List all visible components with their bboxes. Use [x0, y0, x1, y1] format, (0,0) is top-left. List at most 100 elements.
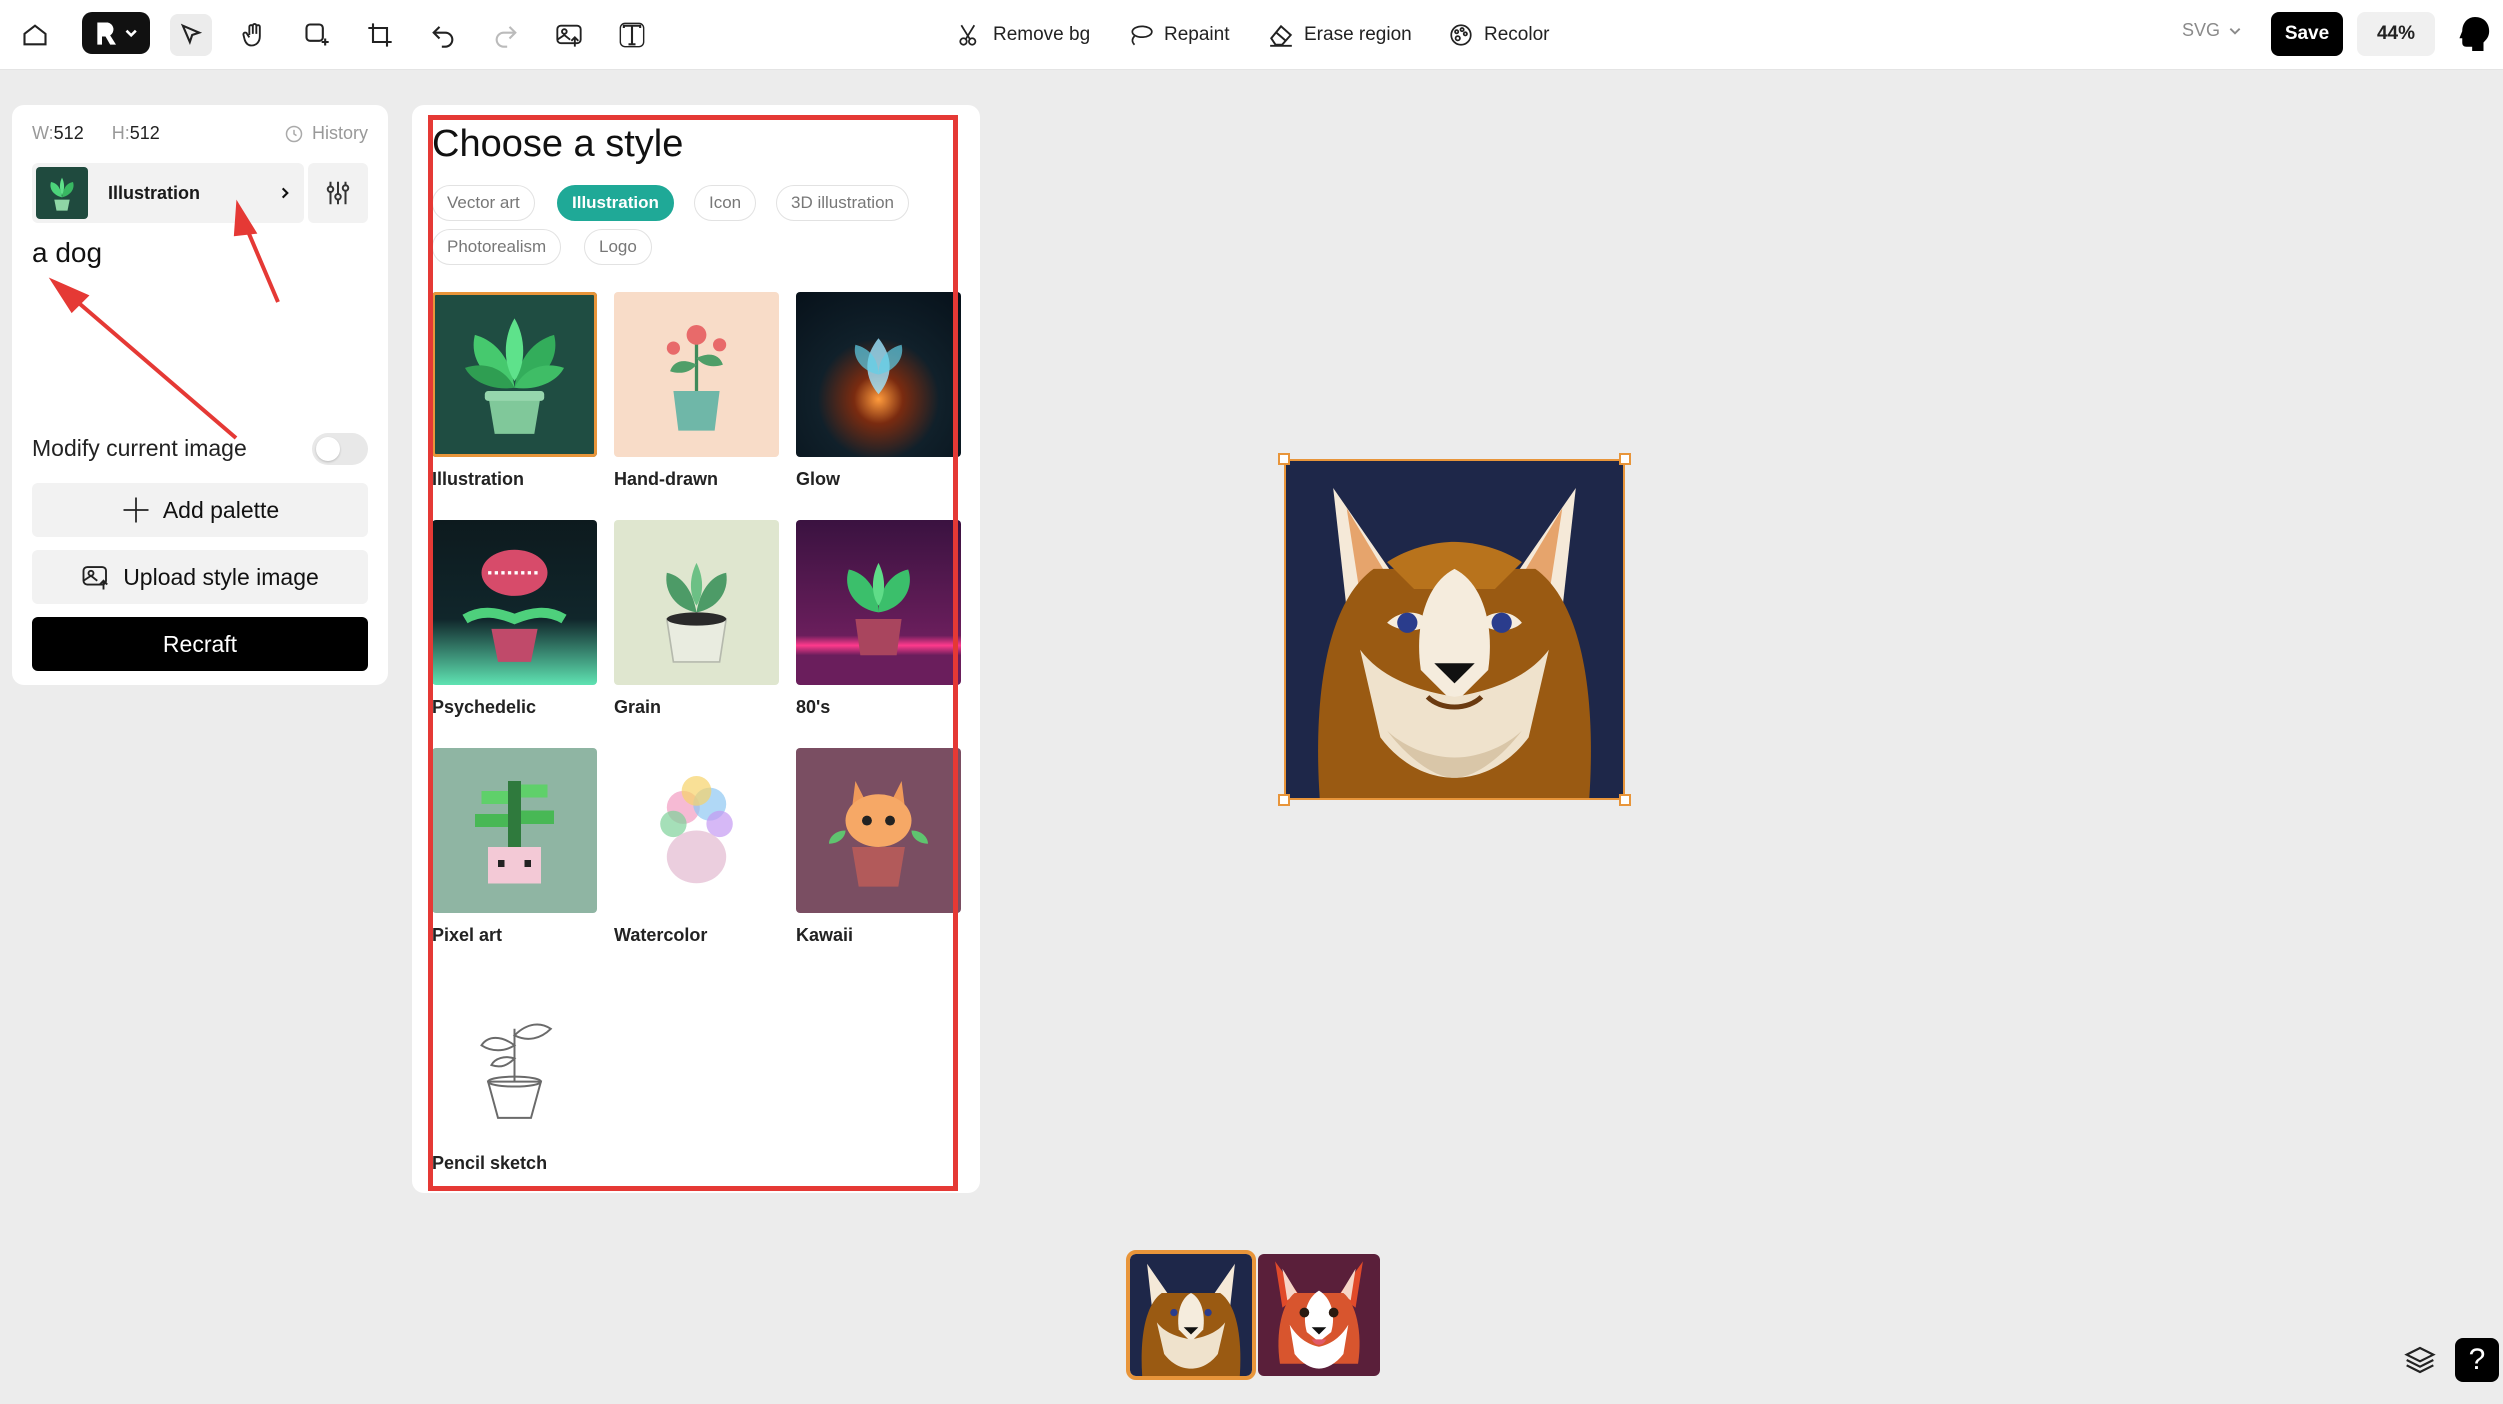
erase-region-label: Erase region — [1304, 24, 1412, 45]
style-preview-image — [614, 520, 779, 685]
style-preview-image — [432, 520, 597, 685]
style-name: Kawaii — [796, 925, 854, 945]
recolor-button[interactable]: Recolor — [1448, 16, 1549, 54]
resize-handle-bottom-right[interactable] — [1619, 794, 1631, 806]
modify-current-image-label: Modify current image — [32, 435, 247, 461]
style-name: Watercolor — [614, 925, 708, 945]
height-label: H: — [111, 123, 130, 143]
style-name: Pixel art — [432, 925, 503, 945]
clock-icon — [285, 125, 303, 142]
style-preview-image — [614, 748, 779, 913]
style-name: Hand-drawn — [614, 469, 719, 489]
sliders-icon — [326, 181, 350, 205]
lasso-icon — [1131, 25, 1153, 46]
resize-handle-top-left[interactable] — [1278, 453, 1290, 465]
style-preview-image — [432, 976, 597, 1141]
settings-button[interactable] — [308, 163, 368, 223]
scissors-icon — [959, 24, 977, 46]
style-preview-image — [796, 292, 961, 457]
selected-style-label: Illustration — [108, 182, 201, 203]
recraft-logo-menu[interactable] — [82, 12, 150, 54]
save-button[interactable]: Save — [2271, 12, 2343, 56]
add-palette-button[interactable]: Add palette — [32, 483, 368, 537]
prompt-input[interactable]: a dog — [32, 237, 102, 269]
style-name: Illustration — [432, 469, 525, 489]
style-card-hand-drawn[interactable]: Hand-drawn — [614, 292, 779, 490]
category-chip-vector-art[interactable]: Vector art — [432, 185, 535, 221]
style-card-pencil-sketch[interactable]: Pencil sketch — [432, 976, 597, 1174]
width-value[interactable]: 512 — [54, 123, 84, 143]
history-button[interactable]: History — [284, 123, 368, 144]
style-name: Glow — [796, 469, 840, 489]
upload-style-image-label: Upload style image — [123, 563, 319, 590]
add-palette-label: Add palette — [162, 496, 280, 523]
zoom-level[interactable]: 44% — [2357, 12, 2435, 56]
remove-bg-label: Remove bg — [993, 24, 1091, 45]
erase-region-button[interactable]: Erase region — [1268, 16, 1412, 54]
add-frame-icon[interactable] — [296, 14, 338, 56]
style-preview-image — [432, 748, 597, 913]
resize-handle-top-right[interactable] — [1619, 453, 1631, 465]
upload-style-image-button[interactable]: Upload style image — [32, 550, 368, 604]
remove-bg-button[interactable]: Remove bg — [957, 16, 1090, 54]
home-icon[interactable] — [14, 14, 56, 56]
dog-illustration — [1286, 461, 1623, 798]
variation-thumbnail-2[interactable] — [1258, 1254, 1380, 1376]
style-preview-image — [796, 520, 961, 685]
modify-current-image-toggle[interactable] — [312, 433, 368, 465]
undo-icon[interactable] — [422, 14, 464, 56]
style-selector[interactable]: Illustration — [32, 163, 304, 223]
style-card-psychedelic[interactable]: Psychedelic — [432, 520, 597, 718]
category-chip-illustration[interactable]: Illustration — [557, 185, 674, 221]
plus-icon — [123, 497, 149, 523]
history-label: History — [311, 123, 368, 143]
chevron-right-icon — [281, 187, 289, 199]
plant-icon — [50, 177, 74, 211]
width-label: W: — [32, 123, 54, 143]
canvas-generated-image[interactable] — [1278, 453, 1631, 806]
repaint-label: Repaint — [1164, 24, 1230, 45]
image-upload-icon — [82, 566, 109, 590]
height-value[interactable]: 512 — [130, 123, 160, 143]
hand-tool-icon[interactable] — [233, 14, 275, 56]
style-thumbnail — [36, 167, 88, 219]
style-preview-image — [796, 748, 961, 913]
style-name: Psychedelic — [432, 697, 537, 717]
help-button[interactable]: ? — [2455, 1338, 2499, 1382]
style-card-80s[interactable]: 80's — [796, 520, 961, 718]
category-chip-logo[interactable]: Logo — [584, 229, 652, 265]
style-picker-panel: Choose a style Vector art Illustration I… — [412, 105, 980, 1193]
category-chip-photorealism[interactable]: Photorealism — [432, 229, 562, 265]
text-tool-icon[interactable] — [611, 14, 653, 56]
category-chip-icon[interactable]: Icon — [694, 185, 757, 221]
style-preview-image — [614, 292, 779, 457]
style-card-watercolor[interactable]: Watercolor — [614, 748, 779, 946]
profile-icon[interactable] — [2458, 14, 2492, 54]
style-card-grain[interactable]: Grain — [614, 520, 779, 718]
style-card-illustration[interactable]: Illustration — [432, 292, 597, 490]
category-chip-3d-illustration[interactable]: 3D illustration — [776, 185, 909, 221]
style-card-pixel-art[interactable]: Pixel art — [432, 748, 597, 946]
export-format-dropdown[interactable]: SVG — [2182, 20, 2242, 41]
palette-icon — [1450, 24, 1472, 46]
repaint-button[interactable]: Repaint — [1128, 16, 1230, 54]
generation-panel: W:512 H:512 History Illustration a dog M… — [12, 105, 388, 685]
style-card-glow[interactable]: Glow — [796, 292, 961, 490]
chevron-down-icon — [2229, 27, 2241, 35]
recraft-button[interactable]: Recraft — [32, 617, 368, 671]
layers-button[interactable] — [2398, 1338, 2442, 1382]
crop-icon[interactable] — [359, 14, 401, 56]
redo-icon[interactable] — [485, 14, 527, 56]
select-tool-icon[interactable] — [170, 14, 212, 56]
eraser-icon — [1270, 24, 1293, 47]
style-card-kawaii[interactable]: Kawaii — [796, 748, 961, 946]
style-panel-title: Choose a style — [432, 123, 684, 165]
style-name: 80's — [796, 697, 831, 717]
resize-handle-bottom-left[interactable] — [1278, 794, 1290, 806]
style-name: Grain — [614, 697, 662, 717]
image-upload-icon[interactable] — [548, 14, 590, 56]
style-name: Pencil sketch — [432, 1153, 548, 1173]
export-format-value: SVG — [2182, 20, 2221, 40]
variation-thumbnail-1[interactable] — [1126, 1250, 1256, 1380]
recolor-label: Recolor — [1484, 24, 1550, 45]
